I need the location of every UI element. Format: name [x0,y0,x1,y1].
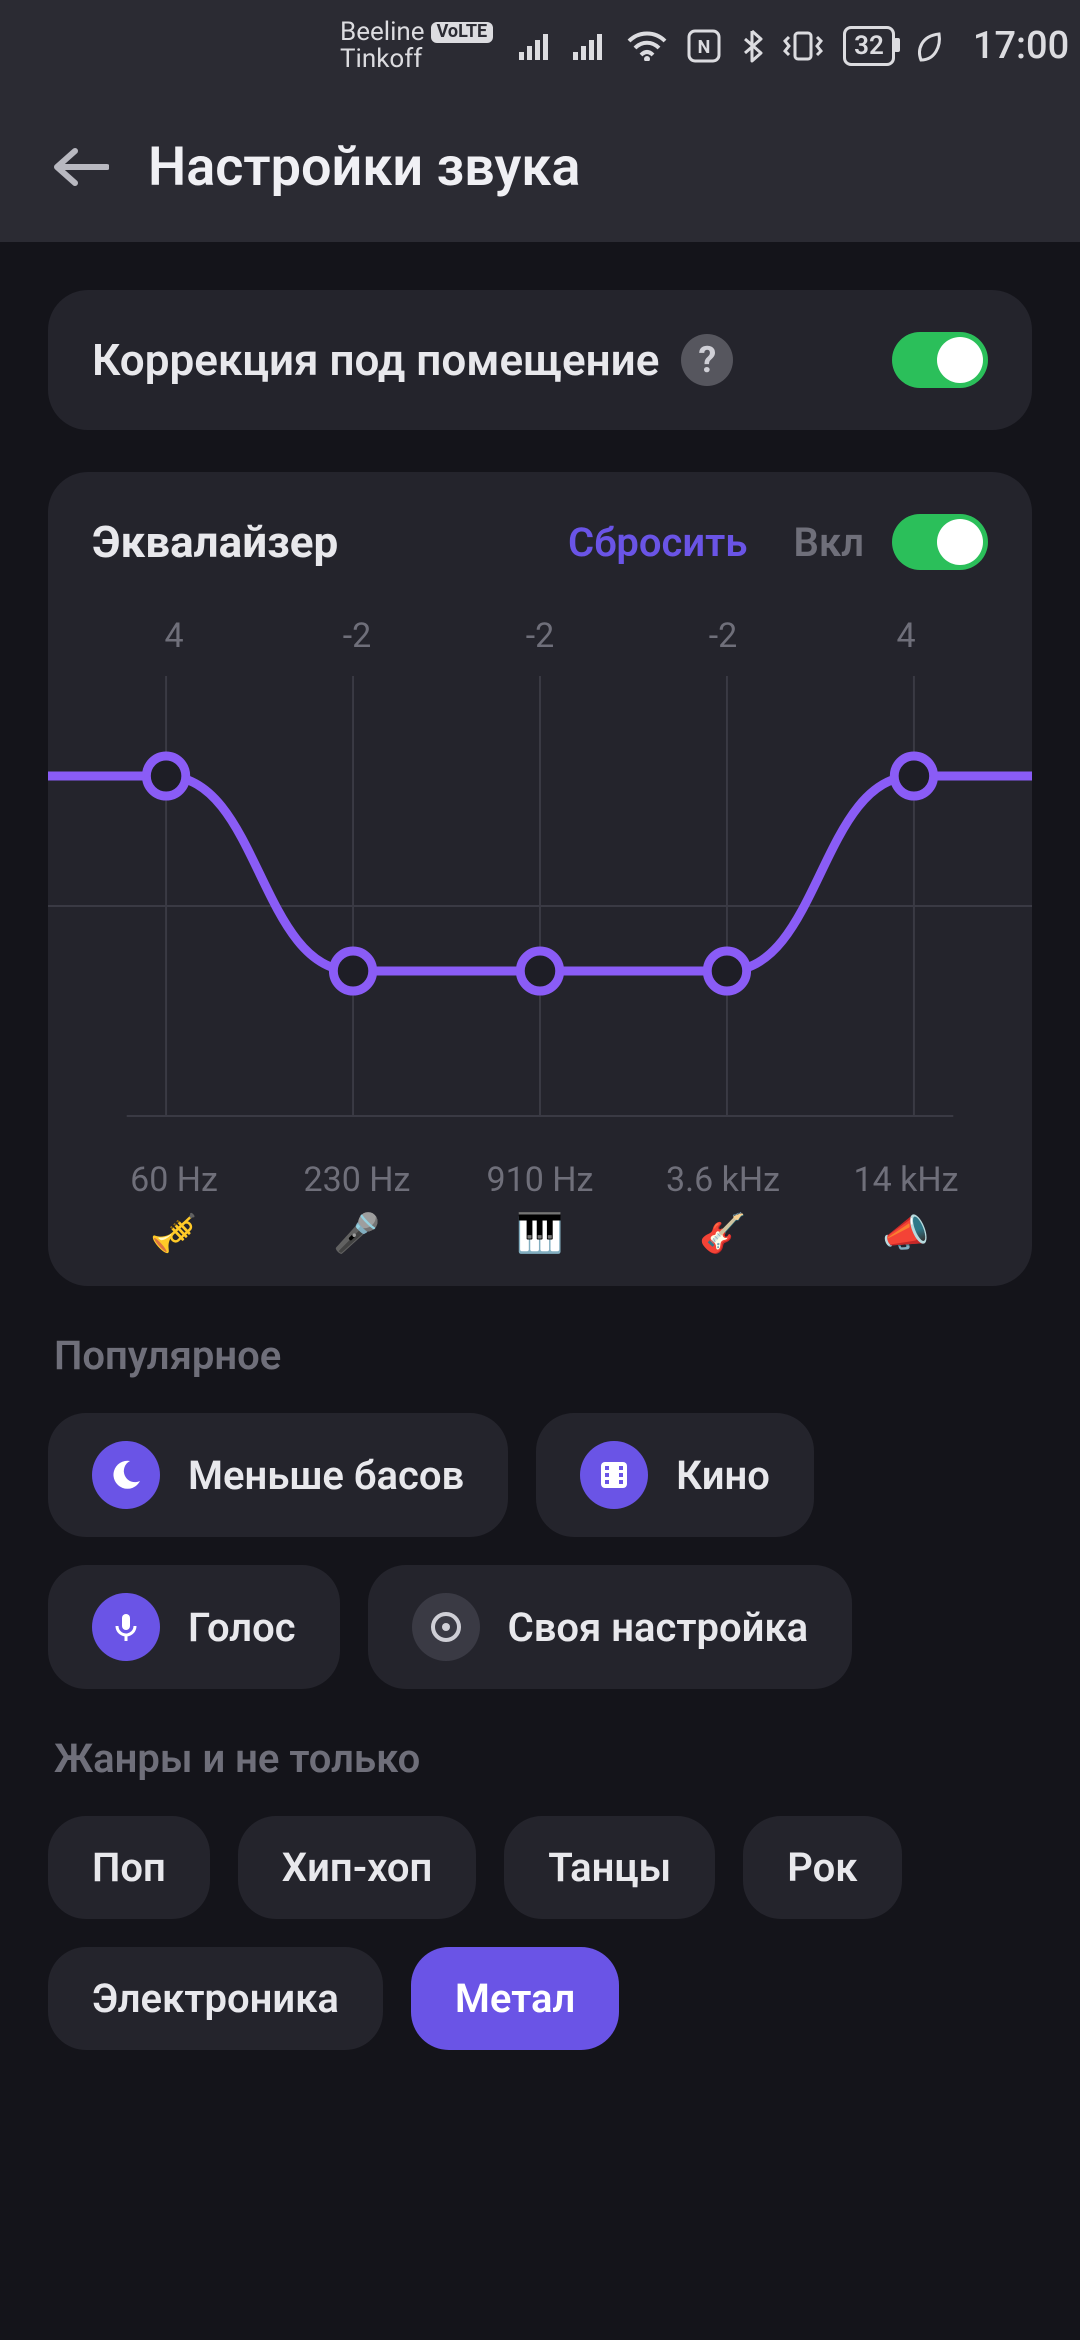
equalizer-toggle[interactable] [892,514,988,570]
chip-cinema[interactable]: Кино [536,1413,814,1537]
battery-icon: 32 [843,26,895,66]
vibrate-icon [783,29,823,63]
signal-1-icon [519,32,553,60]
nfc-icon: N [687,29,721,63]
carrier-1: Beeline [340,19,425,46]
mic-icon [92,1593,160,1661]
popular-chips: Меньше басов Кино Голос Своя настройка [48,1413,1032,1689]
popular-title: Популярное [48,1328,1032,1383]
chip-voice[interactable]: Голос [48,1565,340,1689]
chip-label: Своя настройка [508,1604,809,1651]
eq-band-value-4: 4 [836,616,976,656]
equalizer-title: Эквалайзер [92,516,338,568]
eq-handle-4[interactable] [894,756,933,796]
back-button[interactable] [48,135,112,199]
chip-label: Электроника [92,1975,339,2022]
chip-label: Кино [676,1452,770,1499]
wifi-icon [627,31,667,61]
toggle-knob [937,519,983,565]
leaf-icon [915,30,943,62]
status-bar: Beeline VoLTE Tinkoff N 32 17:00 [0,0,1080,92]
genre-chips: Поп Хип-хоп Танцы Рок Электроника Метал [48,1816,1032,2050]
status-icons: N 32 17:00 [519,24,1069,68]
genres-title: Жанры и не только [48,1731,1032,1786]
status-carriers: Beeline VoLTE Tinkoff [340,19,493,74]
equalizer-card: Эквалайзер Сбросить Вкл 4 -2 -2 -2 4 [48,472,1032,1286]
content: Коррекция под помещение ? Эквалайзер Сбр… [0,242,1080,2050]
equalizer-on-label: Вкл [794,519,865,566]
chip-label: Рок [787,1844,857,1891]
popular-section: Популярное Меньше басов Кино Голос [48,1328,1032,1689]
equalizer-grid: 4 -2 -2 -2 4 [92,616,988,1256]
eq-band-freqs: 60 Hz 230 Hz 910 Hz 3.6 kHz 14 kHz [92,1160,988,1200]
eq-handle-2[interactable] [520,951,559,991]
eq-band-value-0: 4 [104,616,244,656]
piano-icon: 🎹 [470,1212,610,1256]
eq-band-freq-4: 14 kHz [836,1160,976,1200]
chip-genre-rock[interactable]: Рок [743,1816,901,1919]
chip-label: Хип-хоп [282,1844,433,1891]
battery-percent: 32 [854,31,884,61]
eq-handle-3[interactable] [707,951,746,991]
chip-genre-electronic[interactable]: Электроника [48,1947,383,2050]
eq-band-value-3: -2 [653,616,793,656]
chip-label: Танцы [548,1844,671,1891]
room-correction-toggle[interactable] [892,332,988,388]
room-correction-card: Коррекция под помещение ? [48,290,1032,430]
eq-handle-0[interactable] [146,756,185,796]
guitar-icon: 🎸 [653,1212,793,1256]
equalizer-plot[interactable] [48,676,1032,1136]
eq-band-freq-0: 60 Hz [104,1160,244,1200]
eq-band-value-2: -2 [470,616,610,656]
film-icon [580,1441,648,1509]
signal-2-icon [573,32,607,60]
arrow-left-icon [51,145,109,189]
eq-handle-1[interactable] [333,951,372,991]
svg-text:N: N [698,37,711,58]
chip-genre-hiphop[interactable]: Хип-хоп [238,1816,477,1919]
mic-icon: 🎤 [287,1212,427,1256]
chip-genre-metal[interactable]: Метал [411,1947,619,2050]
carrier-2: Tinkoff [340,46,422,73]
disc-icon [412,1593,480,1661]
eq-band-freq-1: 230 Hz [287,1160,427,1200]
eq-band-value-1: -2 [287,616,427,656]
status-time: 17:00 [973,24,1069,68]
chip-genre-pop[interactable]: Поп [48,1816,210,1919]
equalizer-reset-button[interactable]: Сбросить [568,519,748,566]
whistle-icon: 📣 [836,1212,976,1256]
moon-icon [92,1441,160,1509]
eq-band-values: 4 -2 -2 -2 4 [92,616,988,656]
eq-band-freq-3: 3.6 kHz [653,1160,793,1200]
tuba-icon: 🎺 [104,1212,244,1256]
chip-less-bass[interactable]: Меньше басов [48,1413,508,1537]
chip-label: Поп [92,1844,166,1891]
chip-custom[interactable]: Своя настройка [368,1565,853,1689]
volte-badge: VoLTE [431,22,494,43]
bluetooth-icon [741,29,763,63]
eq-band-icons: 🎺 🎤 🎹 🎸 📣 [92,1212,988,1256]
chip-genre-dance[interactable]: Танцы [504,1816,715,1919]
room-correction-label: Коррекция под помещение [92,334,659,386]
help-icon[interactable]: ? [681,334,733,386]
chip-label: Метал [455,1975,575,2022]
nav-header: Настройки звука [0,92,1080,242]
chip-label: Голос [188,1604,296,1651]
eq-band-freq-2: 910 Hz [470,1160,610,1200]
chip-label: Меньше басов [188,1452,464,1499]
toggle-knob [937,337,983,383]
genres-section: Жанры и не только Поп Хип-хоп Танцы Рок … [48,1731,1032,2050]
page-title: Настройки звука [148,136,580,199]
